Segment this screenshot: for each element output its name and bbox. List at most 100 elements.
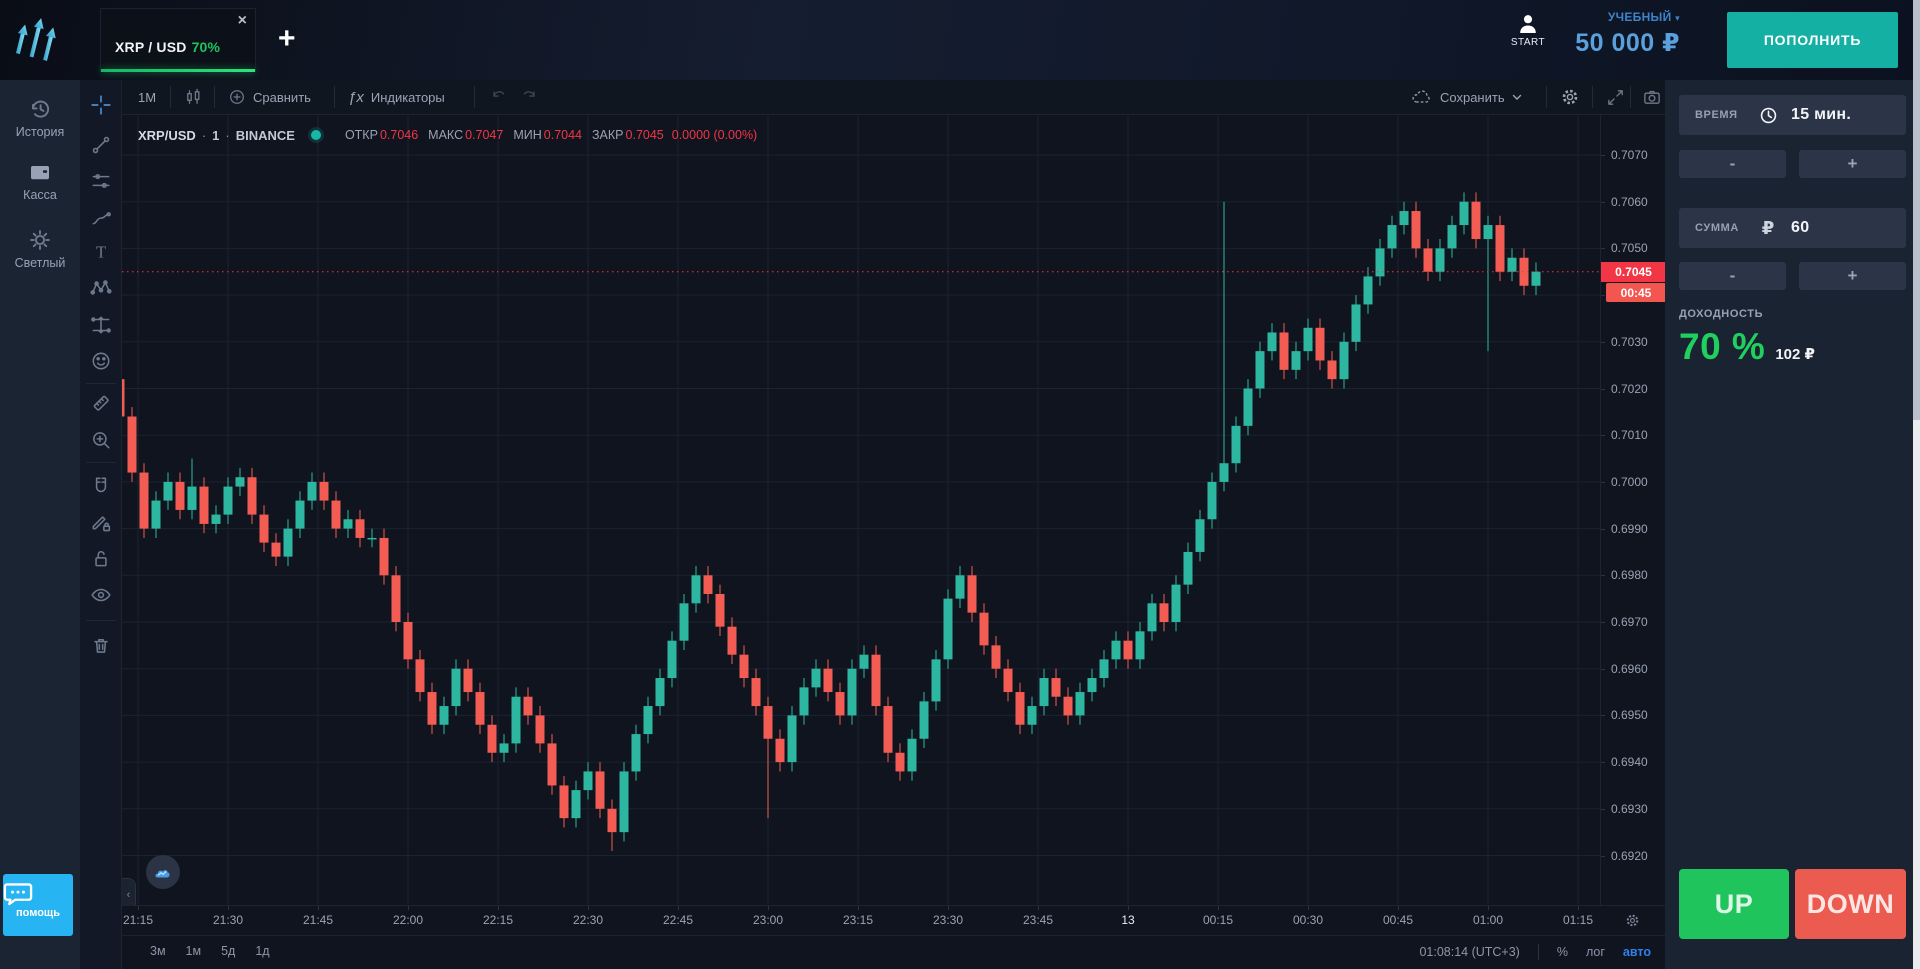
range-button-0[interactable]: 3м (150, 944, 166, 958)
drawing-mode-lock-icon[interactable] (90, 511, 112, 533)
range-button-2[interactable]: 5д (221, 944, 235, 958)
indicators-button[interactable]: ƒx Индикаторы (342, 80, 451, 114)
price-tick (1601, 622, 1605, 623)
fullscreen-button[interactable] (1600, 80, 1631, 114)
compare-button[interactable]: Сравнить (222, 80, 317, 114)
toolbar-separator (334, 86, 335, 108)
interval-button[interactable]: 1М (132, 80, 162, 114)
save-layout-button[interactable]: Сохранить (1405, 80, 1528, 114)
toolbar-separator (170, 86, 171, 108)
toolbar-separator (86, 620, 116, 621)
range-button-3[interactable]: 1д (255, 944, 269, 958)
price-tick (1601, 202, 1605, 203)
app-sidebar: История Касса Светлый помощь (0, 80, 80, 969)
time-plus-button[interactable]: + (1799, 150, 1906, 178)
zoom-in-icon[interactable] (90, 429, 112, 451)
range-button-1[interactable]: 1м (186, 944, 202, 958)
scale-log-button[interactable]: лог (1586, 945, 1605, 959)
time-minus-button[interactable]: - (1679, 150, 1786, 178)
screenshot-button[interactable] (1636, 80, 1668, 114)
trend-line-icon[interactable] (90, 134, 112, 156)
sidebar-item-theme[interactable]: Светлый (0, 228, 80, 270)
help-button[interactable]: помощь (3, 874, 73, 936)
sidebar-item-label: История (0, 125, 80, 139)
xabcd-pattern-icon[interactable] (90, 277, 112, 299)
time-tick (1218, 906, 1219, 910)
amount-field[interactable]: СУММА ₽ 60 (1679, 208, 1906, 248)
price-label: 0.6980 (1611, 568, 1648, 582)
price-axis[interactable]: 0.69200.69300.69400.69500.69600.69700.69… (1600, 115, 1665, 905)
sidebar-item-history[interactable]: История (0, 97, 80, 139)
hide-drawings-eye-icon[interactable] (90, 584, 112, 606)
save-label: Сохранить (1440, 90, 1505, 105)
chevron-down-icon: ▾ (1675, 13, 1680, 23)
brush-tool-icon[interactable] (90, 206, 112, 228)
chart-style-button[interactable] (178, 80, 209, 114)
candlestick-svg[interactable] (122, 115, 1600, 905)
tab-xrp-usd[interactable]: XRP / USD70% × (100, 8, 256, 72)
legend-symbol[interactable]: XRP/USD (138, 128, 196, 143)
time-axis[interactable]: 21:1521:3021:4522:0022:1522:3022:4523:00… (122, 905, 1600, 935)
open-label: ОТКР (345, 128, 378, 142)
position-tool-icon[interactable] (90, 314, 112, 336)
add-tab-button[interactable]: + (278, 22, 296, 56)
price-tick (1601, 809, 1605, 810)
price-tick (1601, 715, 1605, 716)
amount-minus-button[interactable]: - (1679, 262, 1786, 290)
toolbar-separator (214, 86, 215, 108)
chart-settings-button[interactable] (1554, 80, 1586, 114)
time-label: 22:30 (558, 913, 618, 927)
price-tick (1601, 762, 1605, 763)
time-tick (228, 906, 229, 910)
scale-auto-button[interactable]: авто (1623, 945, 1651, 959)
remove-drawings-trash-icon[interactable] (90, 635, 112, 657)
toolbar-separator (1592, 86, 1593, 108)
quick-chart-button[interactable] (146, 855, 180, 889)
emoji-tool-icon[interactable] (90, 350, 112, 372)
price-label: 0.6930 (1611, 802, 1648, 816)
ruler-measure-icon[interactable] (90, 392, 112, 414)
price-label: 0.6950 (1611, 708, 1648, 722)
scale-percent-button[interactable]: % (1557, 945, 1568, 959)
up-button[interactable]: UP (1679, 869, 1789, 939)
magnet-icon[interactable] (90, 475, 112, 497)
amount-plus-button[interactable]: + (1799, 262, 1906, 290)
chart-plot[interactable]: XRP/USD · 1 · BINANCE ОТКР0.7046 МАКС0.7… (122, 115, 1600, 905)
sidebar-item-cashier[interactable]: Касса (0, 160, 80, 202)
low-label: МИН (513, 128, 541, 142)
time-tick (1038, 906, 1039, 910)
range-buttons: 3м 1м 5д 1д (150, 944, 270, 958)
undo-button[interactable] (484, 80, 514, 114)
high-label: МАКС (428, 128, 463, 142)
clock-utc[interactable]: 01:08:14 (UTC+3) (1419, 945, 1519, 959)
chart-bottom-bar: 3м 1м 5д 1д 01:08:14 (UTC+3) % лог авто (122, 935, 1665, 969)
crosshair-cursor-icon[interactable] (90, 94, 112, 116)
legend-interval: 1 (212, 128, 219, 143)
undo-icon (490, 88, 508, 106)
down-button[interactable]: DOWN (1795, 869, 1906, 939)
chevron-down-icon (1512, 93, 1522, 101)
price-label: 0.7050 (1611, 241, 1648, 255)
price-tick (1601, 389, 1605, 390)
redo-button[interactable] (514, 80, 544, 114)
payout-amount: 102 ₽ (1775, 345, 1815, 363)
close-label: ЗАКР (592, 128, 624, 142)
price-tick (1601, 482, 1605, 483)
time-tick (1398, 906, 1399, 910)
fib-tool-icon[interactable] (90, 170, 112, 192)
lock-drawings-icon[interactable] (90, 548, 112, 570)
time-label: 23:00 (738, 913, 798, 927)
deposit-button[interactable]: ПОПОЛНИТЬ (1727, 12, 1898, 68)
low-value: 0.7044 (544, 128, 582, 142)
time-field[interactable]: ВРЕМЯ 15 мин. (1679, 95, 1906, 135)
axis-settings-corner[interactable] (1600, 905, 1665, 935)
browser-scrollbar[interactable] (1913, 0, 1920, 969)
close-tab-icon[interactable]: × (238, 13, 247, 29)
collapse-toolbar-handle[interactable]: ‹ (122, 878, 136, 905)
text-tool-icon[interactable]: T (90, 241, 112, 263)
scrollbar-thumb[interactable] (1913, 0, 1920, 420)
price-tick (1601, 342, 1605, 343)
payout-label: ДОХОДНОСТЬ (1679, 308, 1763, 320)
account-type-dropdown[interactable]: УЧЕБНЫЙ ▾ (1570, 10, 1680, 24)
time-label: 22:15 (468, 913, 528, 927)
